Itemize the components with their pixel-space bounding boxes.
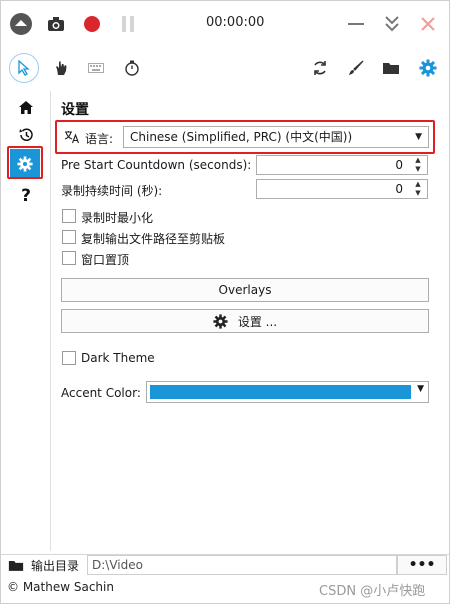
- record-icon[interactable]: [81, 13, 103, 35]
- copy-path-checkbox-label[interactable]: 复制输出文件路径至剪贴板: [81, 230, 225, 247]
- stepper-arrows-icon[interactable]: ▲ ▼: [411, 180, 425, 198]
- chevron-down-icon: ▼: [417, 384, 424, 394]
- translate-icon: [63, 128, 81, 146]
- language-label: 语言:: [85, 132, 114, 146]
- dark-theme-checkbox[interactable]: [62, 351, 76, 365]
- copyright-text: © Mathew Sachin: [7, 580, 114, 594]
- pre-start-countdown-label: Pre Start Countdown (seconds):: [61, 158, 252, 172]
- stopwatch-icon[interactable]: [122, 58, 142, 78]
- output-path-field[interactable]: D:\Video: [87, 555, 397, 575]
- browse-more-button[interactable]: •••: [397, 555, 447, 575]
- stepper-arrows-icon[interactable]: ▲ ▼: [411, 156, 425, 174]
- folder-icon[interactable]: [381, 58, 401, 78]
- topmost-checkbox[interactable]: [62, 251, 76, 265]
- dark-theme-label[interactable]: Dark Theme: [81, 351, 155, 365]
- output-folder-label: 输出目录: [31, 559, 80, 573]
- pointer-icon[interactable]: [14, 58, 34, 78]
- pre-start-countdown-value: 0: [395, 158, 403, 172]
- recording-timer: 00:00:00: [206, 15, 265, 30]
- accent-color-picker[interactable]: ▼: [146, 381, 429, 403]
- folder-icon[interactable]: [6, 557, 26, 573]
- language-select[interactable]: Chinese (Simplified, PRC) (中文(中国)) ▼: [123, 126, 429, 148]
- close-icon[interactable]: [417, 13, 439, 35]
- keyboard-icon[interactable]: [86, 58, 106, 78]
- collapse-icon[interactable]: [381, 13, 403, 35]
- refresh-icon[interactable]: [310, 58, 330, 78]
- pre-start-countdown-stepper[interactable]: 0 ▲ ▼: [256, 155, 428, 175]
- history-icon[interactable]: [15, 125, 37, 145]
- settings-button[interactable]: 设置 ...: [61, 309, 429, 333]
- pause-icon[interactable]: [117, 13, 139, 35]
- minimize-icon[interactable]: [345, 13, 367, 35]
- help-icon[interactable]: ?: [15, 185, 37, 207]
- minimize-checkbox[interactable]: [62, 209, 76, 223]
- camera-icon[interactable]: [45, 13, 67, 35]
- duration-value: 0: [395, 182, 403, 196]
- gear-icon: [213, 313, 228, 329]
- settings-button-label: 设置 ...: [237, 314, 278, 329]
- page-title: 设置: [61, 102, 89, 118]
- settings-highlight-box: [7, 146, 43, 179]
- chevron-down-icon: ▼: [415, 132, 422, 142]
- overlays-button-label: Overlays: [218, 283, 272, 297]
- hand-icon[interactable]: [51, 58, 71, 78]
- language-select-value: Chinese (Simplified, PRC) (中文(中国)): [130, 130, 353, 144]
- gear-icon[interactable]: [417, 57, 439, 79]
- accent-color-label: Accent Color:: [61, 386, 141, 400]
- brush-icon[interactable]: [346, 58, 366, 78]
- app-window: 00:00:00 ? 设置 语言: Chinese (Simplified, P…: [0, 0, 450, 604]
- minimize-checkbox-label[interactable]: 录制时最小化: [81, 209, 153, 226]
- accent-color-swatch: [150, 385, 411, 399]
- watermark: CSDN @小卢快跑: [319, 584, 426, 599]
- topmost-checkbox-label[interactable]: 窗口置顶: [81, 251, 129, 268]
- overlays-button[interactable]: Overlays: [61, 278, 429, 302]
- copy-path-checkbox[interactable]: [62, 230, 76, 244]
- eject-icon[interactable]: [9, 12, 33, 36]
- duration-stepper[interactable]: 0 ▲ ▼: [256, 179, 428, 199]
- duration-label: 录制持续时间 (秒):: [61, 184, 163, 198]
- home-icon[interactable]: [15, 97, 37, 117]
